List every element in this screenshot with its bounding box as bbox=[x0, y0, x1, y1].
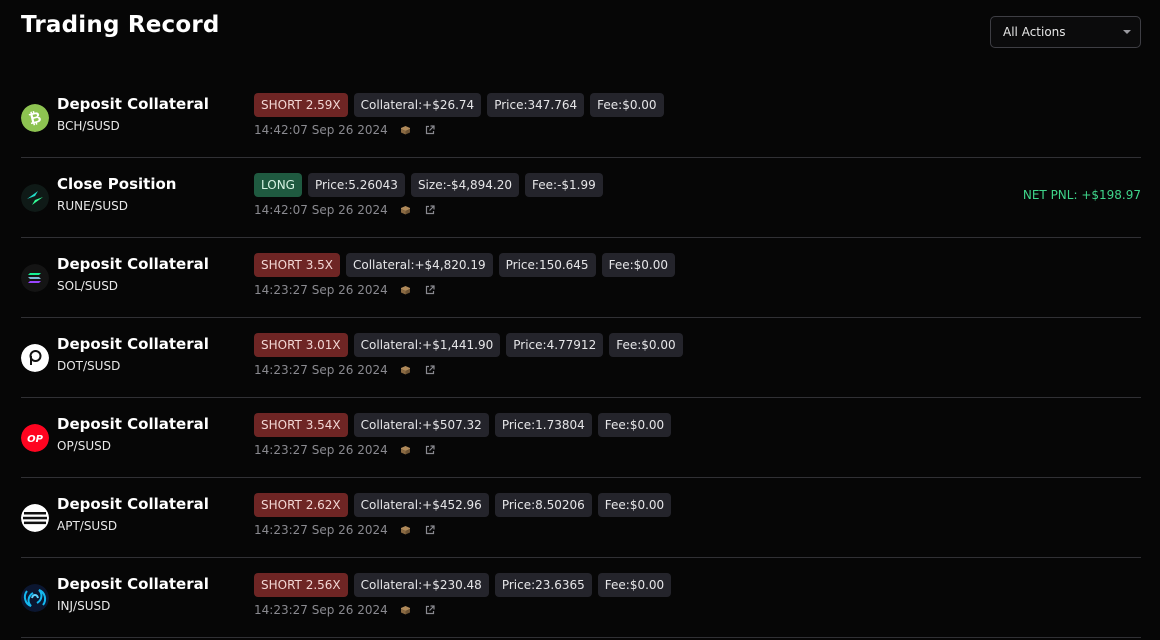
record-pair: OP/SUSD bbox=[57, 439, 111, 453]
external-link-icon[interactable] bbox=[424, 604, 436, 616]
box-icon bbox=[400, 444, 412, 456]
record-meta: 14:42:07 Sep 26 2024 bbox=[254, 123, 436, 137]
record-field-tag: Collateral:+$230.48 bbox=[353, 573, 489, 597]
box-icon bbox=[400, 204, 412, 216]
record-field-tag: Collateral:+$507.32 bbox=[353, 413, 489, 437]
record-field-tag: Fee:$0.00 bbox=[597, 493, 672, 517]
record-tags: SHORT 2.56X Collateral:+$230.48 Price:23.… bbox=[254, 573, 672, 597]
record-meta: 14:23:27 Sep 26 2024 bbox=[254, 363, 436, 377]
record-timestamp: 14:23:27 Sep 26 2024 bbox=[254, 363, 388, 377]
record-timestamp: 14:42:07 Sep 26 2024 bbox=[254, 203, 388, 217]
svg-text:OP: OP bbox=[27, 434, 44, 445]
box-icon bbox=[400, 524, 412, 536]
record-tags: LONG Price:5.26043 Size:-$4,894.20 Fee:-$1… bbox=[254, 173, 603, 197]
trading-record-list: ₿ Deposit Collateral BCH/SUSD SHORT 2.59… bbox=[21, 78, 1141, 638]
record-field-tag: Fee:$0.00 bbox=[597, 573, 672, 597]
record-field-tag: Price:8.50206 bbox=[494, 493, 592, 517]
page-title: Trading Record bbox=[21, 12, 220, 38]
rune-coin-icon bbox=[21, 184, 49, 212]
record-field-tag: Price:150.645 bbox=[498, 253, 596, 277]
box-icon bbox=[400, 124, 412, 136]
record-field-tag: Collateral:+$4,820.19 bbox=[346, 253, 493, 277]
action-filter-select[interactable]: All Actions bbox=[990, 16, 1141, 48]
record-field-tag: Fee:$0.00 bbox=[597, 413, 672, 437]
record-tags: SHORT 3.01X Collateral:+$1,441.90 Price:4… bbox=[254, 333, 683, 357]
position-side-badge: SHORT 2.62X bbox=[254, 493, 348, 517]
record-field-tag: Fee:$0.00 bbox=[601, 253, 675, 277]
record-row: Deposit Collateral DOT/SUSD SHORT 3.01X … bbox=[21, 318, 1141, 398]
record-action: Deposit Collateral bbox=[57, 335, 209, 353]
box-icon bbox=[400, 604, 412, 616]
record-row: Deposit Collateral INJ/SUSD SHORT 2.56X … bbox=[21, 558, 1141, 638]
record-tags: SHORT 2.62X Collateral:+$452.96 Price:8.5… bbox=[254, 493, 672, 517]
record-pair: BCH/SUSD bbox=[57, 119, 120, 133]
inj-coin-icon bbox=[21, 584, 49, 612]
record-timestamp: 14:23:27 Sep 26 2024 bbox=[254, 603, 388, 617]
record-field-tag: Price:1.73804 bbox=[494, 413, 592, 437]
record-row: OP Deposit Collateral OP/SUSD SHORT 3.54… bbox=[21, 398, 1141, 478]
sol-coin-icon bbox=[21, 264, 49, 292]
record-pair: RUNE/SUSD bbox=[57, 199, 128, 213]
external-link-icon[interactable] bbox=[424, 364, 436, 376]
record-field-tag: Size:-$4,894.20 bbox=[410, 173, 520, 197]
record-pair: APT/SUSD bbox=[57, 519, 118, 533]
position-side-badge: SHORT 3.5X bbox=[254, 253, 340, 277]
record-meta: 14:23:27 Sep 26 2024 bbox=[254, 603, 436, 617]
record-row: Deposit Collateral APT/SUSD SHORT 2.62X … bbox=[21, 478, 1141, 558]
action-filter-value: All Actions bbox=[1003, 25, 1066, 39]
position-side-badge: SHORT 2.59X bbox=[254, 93, 348, 117]
external-link-icon[interactable] bbox=[424, 524, 436, 536]
position-side-badge: SHORT 3.01X bbox=[254, 333, 348, 357]
external-link-icon[interactable] bbox=[424, 284, 436, 296]
record-field-tag: Fee:$0.00 bbox=[609, 333, 683, 357]
bch-coin-icon: ₿ bbox=[21, 104, 49, 132]
record-action: Close Position bbox=[57, 175, 177, 193]
record-field-tag: Fee:-$1.99 bbox=[525, 173, 603, 197]
external-link-icon[interactable] bbox=[424, 124, 436, 136]
dot-coin-icon bbox=[21, 344, 49, 372]
record-field-tag: Fee:$0.00 bbox=[590, 93, 664, 117]
record-meta: 14:42:07 Sep 26 2024 bbox=[254, 203, 436, 217]
box-icon bbox=[400, 284, 412, 296]
record-action: Deposit Collateral bbox=[57, 575, 209, 593]
record-tags: SHORT 3.5X Collateral:+$4,820.19 Price:15… bbox=[254, 253, 675, 277]
record-tags: SHORT 2.59X Collateral:+$26.74 Price:347.… bbox=[254, 93, 664, 117]
record-field-tag: Collateral:+$1,441.90 bbox=[353, 333, 501, 357]
record-tags: SHORT 3.54X Collateral:+$507.32 Price:1.7… bbox=[254, 413, 672, 437]
chevron-down-icon bbox=[1123, 30, 1131, 34]
record-action: Deposit Collateral bbox=[57, 495, 209, 513]
record-row: Close Position RUNE/SUSD LONG Price:5.26… bbox=[21, 158, 1141, 238]
record-field-tag: Price:347.764 bbox=[487, 93, 585, 117]
net-pnl: NET PNL: +$198.97 bbox=[1022, 188, 1141, 202]
record-action: Deposit Collateral bbox=[57, 255, 209, 273]
record-pair: INJ/SUSD bbox=[57, 599, 111, 613]
record-field-tag: Price:5.26043 bbox=[307, 173, 405, 197]
external-link-icon[interactable] bbox=[424, 204, 436, 216]
record-timestamp: 14:42:07 Sep 26 2024 bbox=[254, 123, 388, 137]
record-action: Deposit Collateral bbox=[57, 95, 209, 113]
record-timestamp: 14:23:27 Sep 26 2024 bbox=[254, 523, 388, 537]
external-link-icon[interactable] bbox=[424, 444, 436, 456]
record-field-tag: Collateral:+$452.96 bbox=[353, 493, 489, 517]
record-meta: 14:23:27 Sep 26 2024 bbox=[254, 283, 436, 297]
record-pair: DOT/SUSD bbox=[57, 359, 121, 373]
record-timestamp: 14:23:27 Sep 26 2024 bbox=[254, 443, 388, 457]
record-field-tag: Collateral:+$26.74 bbox=[353, 93, 482, 117]
op-coin-icon: OP bbox=[21, 424, 49, 452]
position-side-badge: SHORT 3.54X bbox=[254, 413, 348, 437]
record-field-tag: Price:4.77912 bbox=[506, 333, 604, 357]
record-timestamp: 14:23:27 Sep 26 2024 bbox=[254, 283, 388, 297]
record-pair: SOL/SUSD bbox=[57, 279, 119, 293]
record-meta: 14:23:27 Sep 26 2024 bbox=[254, 443, 436, 457]
box-icon bbox=[400, 364, 412, 376]
position-side-badge: LONG bbox=[254, 173, 302, 197]
record-row: ₿ Deposit Collateral BCH/SUSD SHORT 2.59… bbox=[21, 78, 1141, 158]
record-row: Deposit Collateral SOL/SUSD SHORT 3.5X C… bbox=[21, 238, 1141, 318]
position-side-badge: SHORT 2.56X bbox=[254, 573, 348, 597]
record-action: Deposit Collateral bbox=[57, 415, 209, 433]
record-meta: 14:23:27 Sep 26 2024 bbox=[254, 523, 436, 537]
record-field-tag: Price:23.6365 bbox=[494, 573, 592, 597]
apt-coin-icon bbox=[21, 504, 49, 532]
